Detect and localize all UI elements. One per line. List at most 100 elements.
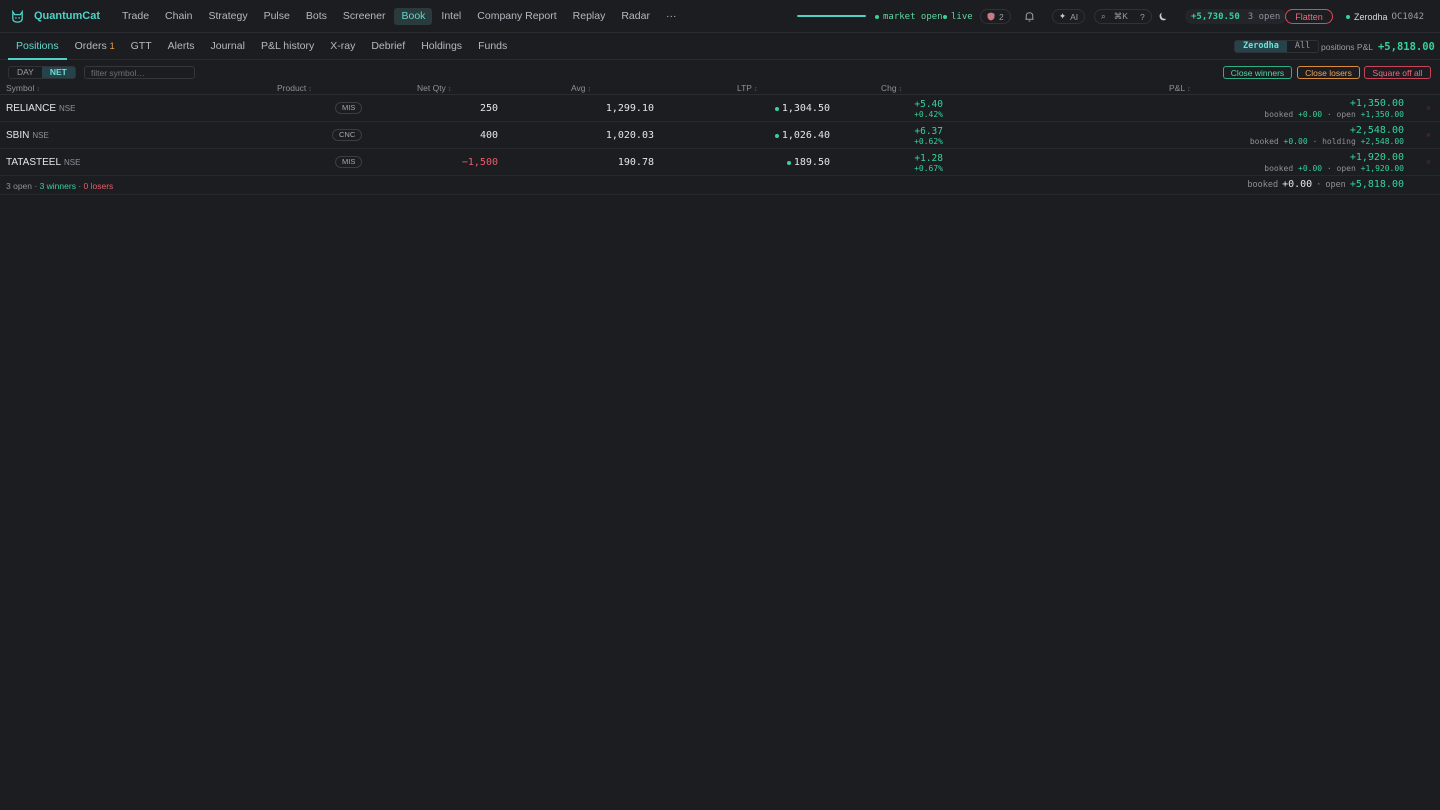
- broker-filter-all[interactable]: All: [1287, 41, 1318, 52]
- help-button[interactable]: ?: [1140, 12, 1145, 22]
- sort-icon: ↕: [36, 86, 40, 93]
- status-dot-icon: [875, 15, 879, 19]
- main-nav: Trade Chain Strategy Pulse Bots Screener…: [115, 8, 683, 25]
- connected-dot-icon: [1346, 15, 1350, 19]
- tab-funds[interactable]: Funds: [470, 33, 515, 60]
- ltp: 189.50: [786, 157, 830, 168]
- nav-radar[interactable]: Radar: [614, 8, 657, 25]
- booked-total: +0.00: [1282, 179, 1313, 190]
- close-winners-button[interactable]: Close winners: [1223, 66, 1292, 79]
- product-badge: CNC: [332, 129, 363, 141]
- tick-dot-icon: [774, 106, 779, 111]
- search-icon: ⌕: [1101, 11, 1106, 21]
- nav-intel[interactable]: Intel: [434, 8, 468, 25]
- ltp: 1,304.50: [774, 103, 830, 114]
- product-badge: MIS: [335, 102, 363, 114]
- flatten-button[interactable]: Flatten: [1285, 9, 1333, 24]
- tab-positions[interactable]: Positions: [8, 33, 67, 60]
- close-position-icon[interactable]: ×: [1426, 130, 1431, 140]
- row-symbol[interactable]: TATASTEEL NSE: [6, 157, 80, 168]
- tick-dot-icon: [786, 160, 791, 165]
- net-qty: −1,500: [461, 157, 498, 168]
- losers-count: 0 losers: [83, 181, 114, 191]
- nav-screener[interactable]: Screener: [336, 8, 393, 25]
- nav-chain[interactable]: Chain: [158, 8, 199, 25]
- row-symbol[interactable]: SBIN NSE: [6, 130, 49, 141]
- sort-icon: ↕: [587, 86, 592, 93]
- change: +1.28 +0.67%: [914, 153, 943, 173]
- book-subtabs: Positions Orders 1 GTT Alerts Journal P&…: [0, 33, 1440, 60]
- table-row[interactable]: RELIANCE NSE MIS 250 1,299.10 1,304.50 +5…: [0, 95, 1440, 122]
- row-symbol[interactable]: RELIANCE NSE: [6, 103, 75, 114]
- change: +5.40 +0.42%: [914, 99, 943, 119]
- ltp: 1,026.40: [774, 130, 830, 141]
- live-status: live: [943, 12, 973, 22]
- session-progress-bar: [797, 15, 866, 17]
- sort-icon: ↕: [447, 86, 452, 93]
- col-net-qty[interactable]: Net Qty ↕: [417, 82, 451, 96]
- broker-filter-zerodha[interactable]: Zerodha: [1235, 41, 1287, 52]
- tab-gtt[interactable]: GTT: [123, 33, 160, 60]
- sparkle-icon: ✦: [1059, 11, 1067, 21]
- nav-strategy[interactable]: Strategy: [201, 8, 254, 25]
- table-row[interactable]: SBIN NSE CNC 400 1,020.03 1,026.40 +6.37 +…: [0, 122, 1440, 149]
- shield-icon: [987, 12, 995, 21]
- positions-pnl: positions P&L +5,818.00: [1321, 41, 1435, 53]
- brand-name[interactable]: QuantumCat: [34, 10, 100, 22]
- tab-pnl-history[interactable]: P&L history: [253, 33, 322, 60]
- col-symbol[interactable]: Symbol ↕: [6, 82, 40, 96]
- nav-replay[interactable]: Replay: [566, 8, 613, 25]
- row-pnl: +1,920.00 booked +0.00 · open +1,920.00: [1264, 152, 1404, 173]
- tab-xray[interactable]: X-ray: [322, 33, 363, 60]
- sort-icon: ↕: [898, 86, 903, 93]
- sort-icon: ↕: [1187, 86, 1191, 93]
- tab-alerts[interactable]: Alerts: [160, 33, 203, 60]
- close-position-icon[interactable]: ×: [1426, 157, 1431, 167]
- col-pnl[interactable]: P&L ↕: [1169, 82, 1191, 96]
- nav-company-report[interactable]: Company Report: [470, 8, 563, 25]
- tab-debrief[interactable]: Debrief: [363, 33, 413, 60]
- square-off-all-button[interactable]: Square off all: [1364, 66, 1431, 79]
- net-qty: 250: [479, 103, 498, 114]
- alerts-shield-pill[interactable]: 2: [980, 9, 1011, 24]
- mode-day[interactable]: DAY: [9, 67, 42, 78]
- orders-count-badge: 1: [109, 41, 115, 51]
- bell-icon[interactable]: [1023, 10, 1036, 23]
- close-position-icon[interactable]: ×: [1426, 103, 1431, 113]
- day-net-toggle: DAY NET: [8, 66, 76, 79]
- avg-price: 190.78: [617, 157, 654, 168]
- tab-holdings[interactable]: Holdings: [413, 33, 470, 60]
- nav-more[interactable]: ···: [659, 8, 684, 25]
- filter-row: DAY NET Close winners Close losers Squar…: [0, 60, 1440, 83]
- mode-net[interactable]: NET: [41, 67, 75, 78]
- day-pnl-summary: +5,730.50 3 open: [1185, 9, 1287, 24]
- table-row[interactable]: TATASTEEL NSE MIS −1,500 190.78 189.50 +1…: [0, 149, 1440, 176]
- tab-journal[interactable]: Journal: [202, 33, 252, 60]
- command-palette-button[interactable]: ⌕ ⌘K ?: [1094, 9, 1152, 24]
- nav-trade[interactable]: Trade: [115, 8, 156, 25]
- market-status: market open: [875, 12, 943, 22]
- nav-book[interactable]: Book: [394, 8, 433, 25]
- broker-account[interactable]: Zerodha OC1042: [1346, 12, 1424, 22]
- nav-bots[interactable]: Bots: [299, 8, 334, 25]
- positions-table-header: Symbol ↕ Product ↕ Net Qty ↕ Avg ↕ LTP ↕ Chg ↕…: [0, 82, 1440, 95]
- col-avg[interactable]: Avg ↕: [571, 82, 591, 96]
- status-dot-icon: [943, 15, 947, 19]
- symbol-filter-input[interactable]: [84, 66, 195, 79]
- winners-count: 3 winners: [39, 181, 76, 191]
- change: +6.37 +0.62%: [914, 126, 943, 146]
- positions-summary-footer: 3 open · 3 winners · 0 losers booked +0.…: [0, 176, 1440, 195]
- tab-orders[interactable]: Orders 1: [67, 33, 123, 60]
- close-losers-button[interactable]: Close losers: [1297, 66, 1360, 79]
- product-badge: MIS: [335, 156, 363, 168]
- col-ltp[interactable]: LTP ↕: [737, 82, 757, 96]
- moon-icon[interactable]: [1157, 10, 1170, 23]
- col-chg[interactable]: Chg ↕: [881, 82, 902, 96]
- tick-dot-icon: [774, 133, 779, 138]
- cat-logo-icon[interactable]: [10, 9, 25, 24]
- nav-pulse[interactable]: Pulse: [257, 8, 297, 25]
- ai-button[interactable]: ✦ AI: [1052, 9, 1086, 24]
- col-product[interactable]: Product ↕: [277, 82, 312, 96]
- open-count: 3 open: [6, 181, 32, 191]
- top-bar: QuantumCat Trade Chain Strategy Pulse Bo…: [0, 0, 1440, 33]
